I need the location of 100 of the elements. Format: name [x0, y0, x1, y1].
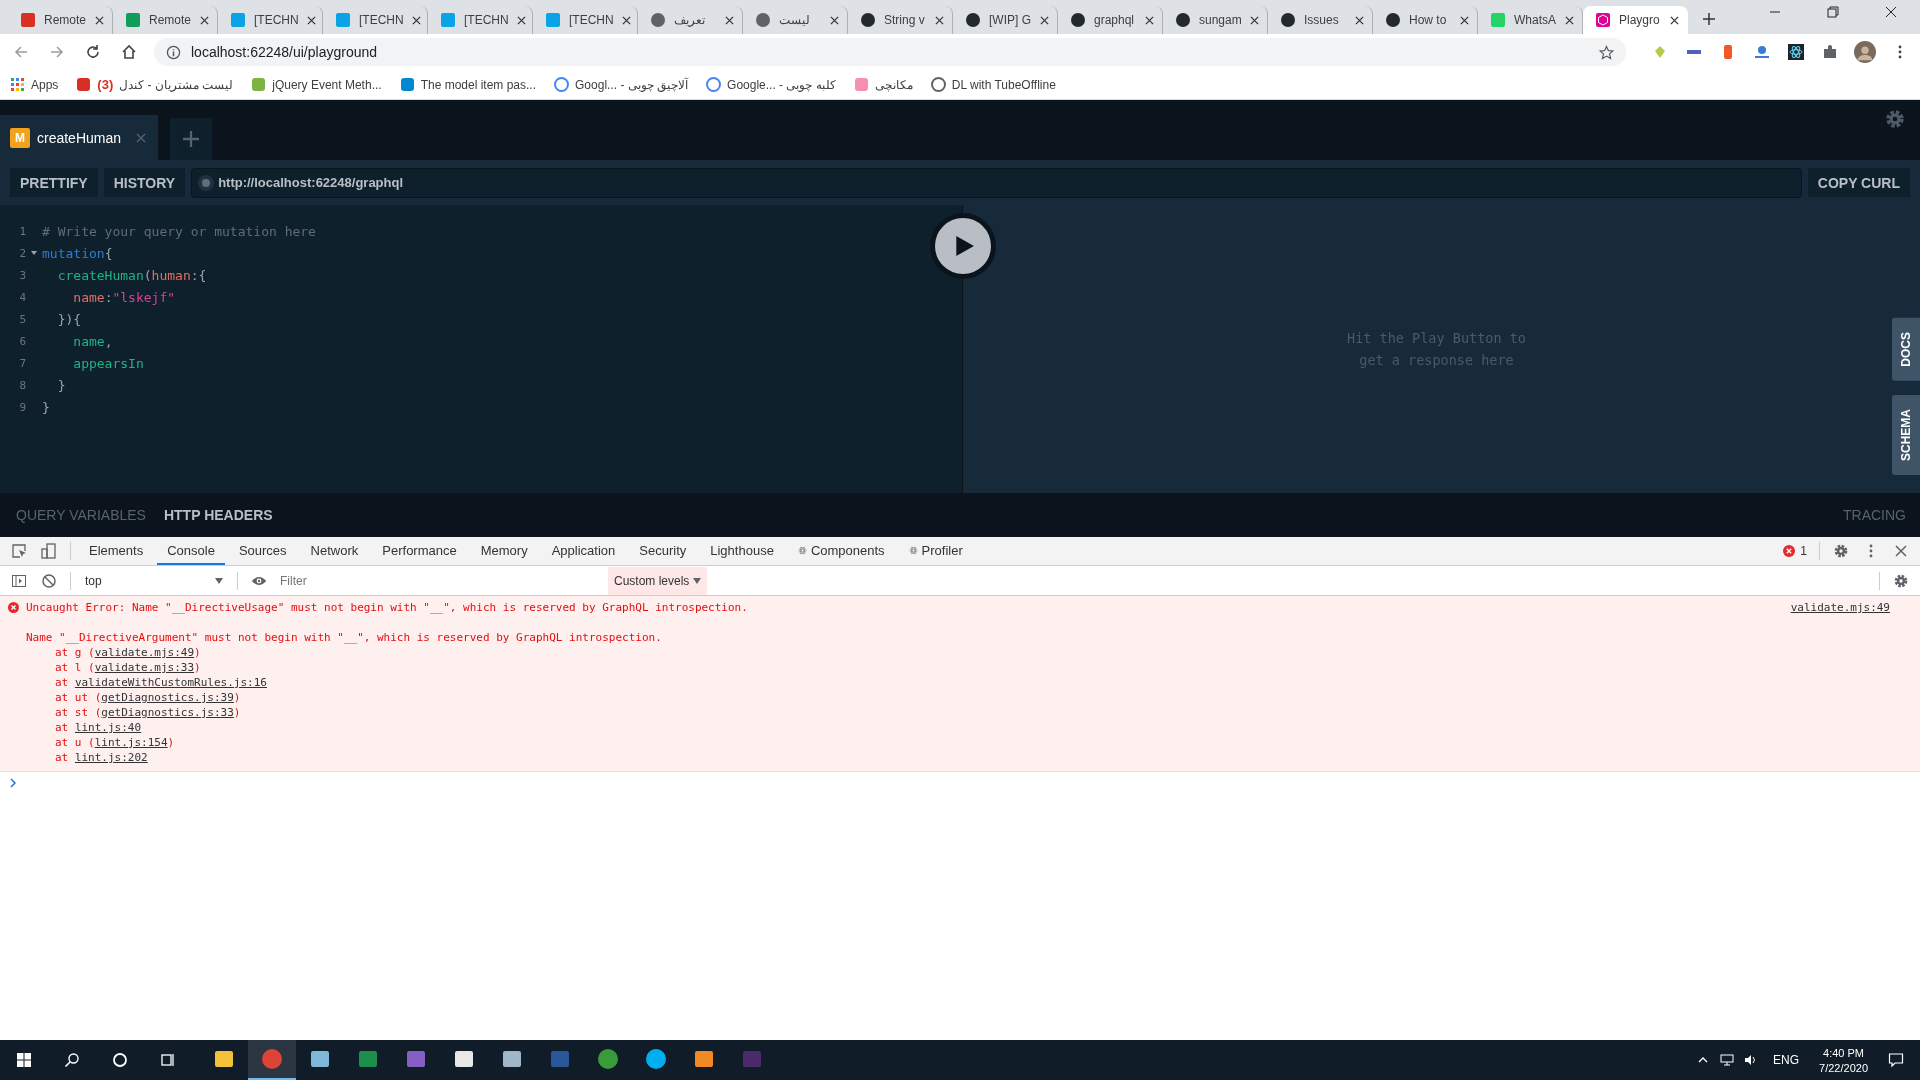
source-link[interactable]: getDiagnostics.js:39	[101, 691, 234, 704]
new-tab-icon[interactable]	[1702, 12, 1716, 26]
devtools-tab[interactable]: Components	[787, 537, 895, 565]
task-view-icon[interactable]	[160, 1052, 176, 1068]
settings-icon[interactable]	[1833, 543, 1849, 559]
app-icon	[645, 1048, 667, 1070]
devtools-tab[interactable]: Security	[629, 537, 697, 565]
close-icon[interactable]	[621, 15, 631, 25]
browser-tab[interactable]: Playgro	[1583, 6, 1688, 34]
device-icon[interactable]	[41, 543, 57, 559]
favicon-icon	[20, 12, 36, 28]
language-indicator[interactable]: ENG	[1773, 1053, 1800, 1067]
puzzle-icon[interactable]	[1822, 44, 1838, 60]
close-icon[interactable]	[1670, 15, 1679, 25]
bookmark-star-icon[interactable]	[1599, 44, 1614, 60]
close-icon[interactable]	[95, 15, 104, 25]
hexagon-icon	[1595, 12, 1611, 28]
code-line: # Write your query or mutation here	[42, 223, 316, 239]
clock-date[interactable]: 7/22/2020	[1819, 1061, 1868, 1074]
devtools-tab[interactable]: Lighthouse	[700, 537, 784, 565]
close-icon[interactable]	[1355, 15, 1364, 25]
close-icon[interactable]	[516, 15, 526, 25]
windows-icon[interactable]	[16, 1052, 32, 1068]
bookmark[interactable]: jQuery Event Meth...	[251, 77, 382, 92]
search-icon[interactable]	[64, 1052, 80, 1068]
close-icon[interactable]	[725, 15, 734, 25]
address-field[interactable]: localhost:62248/ui/playground	[154, 38, 1626, 66]
grid-icon	[10, 77, 25, 92]
levels-dropdown[interactable]: Custom levels	[608, 566, 708, 595]
clock-time[interactable]: 4:40 PM	[1823, 1046, 1864, 1059]
bottom-tab[interactable]: HTTP HEADERS	[159, 507, 277, 523]
sidebar-icon[interactable]	[11, 572, 27, 589]
circle-icon	[930, 77, 946, 92]
side-tab[interactable]: SCHEMA	[1892, 394, 1920, 475]
source-link[interactable]: getDiagnostics.js:33	[101, 706, 234, 719]
toolbar-button[interactable]: PRETTIFY	[10, 168, 98, 197]
clear-icon[interactable]	[41, 572, 57, 589]
source-link[interactable]: validate.mjs:49	[1790, 601, 1890, 614]
avatar-icon[interactable]	[1854, 41, 1876, 63]
close-icon[interactable]	[1040, 15, 1049, 25]
bookmark[interactable]: Apps	[10, 77, 59, 92]
back-icon[interactable]	[13, 44, 29, 60]
circle-icon	[1385, 12, 1401, 28]
close-icon[interactable]	[200, 15, 209, 25]
prompt-icon[interactable]	[10, 778, 16, 788]
settings-icon[interactable]	[1893, 572, 1909, 589]
close-icon[interactable]	[1145, 15, 1154, 25]
bookmark[interactable]: مکانچی	[853, 77, 913, 92]
close-icon[interactable]	[830, 15, 839, 25]
source-link[interactable]: lint.js:202	[74, 751, 148, 764]
circle-icon	[706, 77, 722, 92]
inspect-icon[interactable]	[11, 543, 27, 559]
source-link[interactable]: validateWithCustomRules.js:16	[74, 676, 267, 689]
close-icon[interactable]	[1565, 15, 1574, 25]
circle-icon	[860, 12, 876, 28]
toolbar-button[interactable]: HISTORY	[103, 168, 186, 197]
copy-curl-button[interactable]: COPY CURL	[1807, 168, 1910, 197]
close-icon[interactable]	[1885, 6, 1897, 18]
source-link[interactable]: lint.js:154	[94, 736, 168, 749]
devtools-tab[interactable]: Performance	[372, 537, 467, 565]
endpoint-field[interactable]: http://localhost:62248/graphql	[191, 167, 1802, 198]
code-line: appearsIn	[72, 355, 144, 371]
close-icon[interactable]	[1893, 543, 1909, 559]
close-icon[interactable]	[1460, 15, 1469, 25]
settings-icon[interactable]	[1884, 108, 1906, 130]
atom-icon[interactable]	[1788, 44, 1804, 60]
close-icon[interactable]	[935, 15, 944, 25]
source-link[interactable]: validate.mjs:49	[94, 646, 195, 659]
devtools-tab[interactable]: Elements	[79, 537, 154, 565]
restore-icon[interactable]	[1827, 6, 1839, 18]
devtools-tab[interactable]: Console	[157, 537, 225, 565]
home-icon[interactable]	[121, 44, 137, 60]
bookmark[interactable]: Googl... - آلاچیق چوبی	[554, 77, 689, 92]
devtools-tab[interactable]: Application	[541, 537, 626, 565]
extension-icon[interactable]	[1754, 44, 1770, 60]
devtools-tab[interactable]: Network	[300, 537, 369, 565]
source-link[interactable]: lint.js:40	[74, 721, 142, 734]
error-counter[interactable]: 1	[1783, 544, 1807, 558]
reload-icon[interactable]	[85, 44, 101, 60]
notification-icon[interactable]	[1888, 1052, 1904, 1068]
devtools-tab[interactable]: Profiler	[898, 537, 973, 565]
devtools-tab[interactable]: Memory	[470, 537, 538, 565]
triangle-icon[interactable]	[31, 250, 37, 256]
forward-icon[interactable]	[49, 44, 65, 60]
bookmark[interactable]: The model item pas...	[399, 77, 537, 92]
taskbar-app[interactable]	[248, 1040, 296, 1080]
network-icon[interactable]	[1720, 1054, 1735, 1066]
source-link[interactable]: validate.mjs:33	[94, 661, 195, 674]
add-tab-button[interactable]	[170, 118, 213, 160]
circle-icon[interactable]	[112, 1052, 128, 1068]
close-icon[interactable]	[1250, 15, 1259, 25]
close-icon[interactable]	[306, 15, 316, 25]
close-icon[interactable]	[411, 15, 421, 25]
devtools-tab[interactable]: Sources	[228, 537, 297, 565]
query-tab[interactable]: M createHuman	[0, 115, 159, 160]
side-tab[interactable]: DOCS	[1892, 318, 1920, 381]
bookmark[interactable]: Google... - کلبه چوبی	[706, 77, 836, 92]
context-select[interactable]: top	[79, 573, 229, 588]
bookmark[interactable]: DL with TubeOffline	[930, 77, 1056, 92]
favicon-icon	[251, 77, 267, 92]
